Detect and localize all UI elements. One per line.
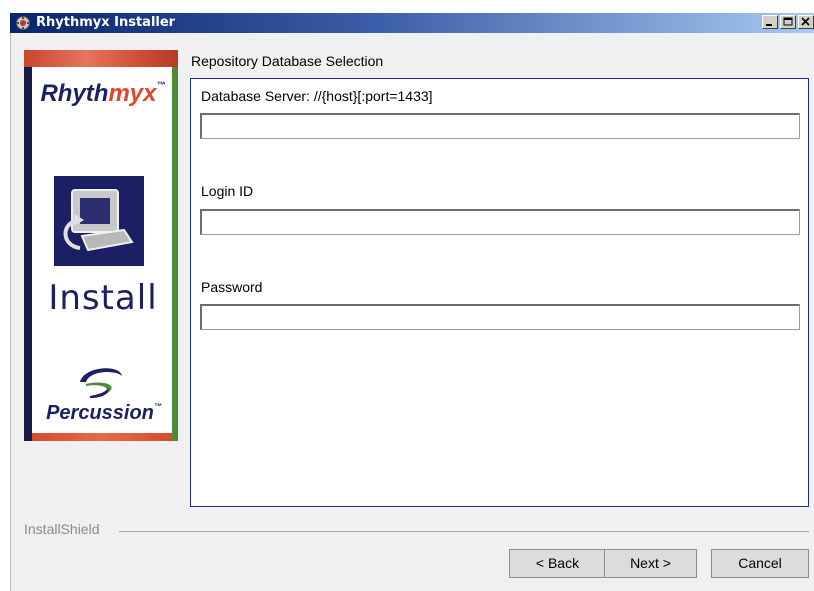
computer-install-icon <box>54 176 144 266</box>
installer-app-icon <box>16 16 30 30</box>
minimize-button[interactable] <box>762 15 778 29</box>
brand-prefix: Rhyth <box>40 80 109 107</box>
vendor-trademark: ™ <box>153 402 162 411</box>
login-id-input[interactable] <box>200 209 800 235</box>
cancel-button[interactable]: Cancel <box>711 549 809 578</box>
installshield-label: InstallShield <box>24 521 100 537</box>
database-server-label: Database Server: //{host}[:port=1433] <box>201 88 433 104</box>
close-button[interactable] <box>798 15 814 29</box>
banner-left-stripe <box>24 67 32 441</box>
window-titlebar[interactable]: Rhythmyx Installer <box>10 13 814 33</box>
panel-title: Repository Database Selection <box>191 53 384 69</box>
installer-banner: Rhythmyx™ Install Percussion™ <box>24 50 178 441</box>
login-id-label: Login ID <box>201 183 254 199</box>
window-title: Rhythmyx Installer <box>36 15 176 30</box>
vendor-name: Percussion <box>46 402 154 424</box>
database-server-input[interactable] <box>200 113 800 139</box>
maximize-button[interactable] <box>780 15 796 29</box>
banner-bottom-stripe <box>32 433 172 441</box>
password-input[interactable] <box>200 304 800 330</box>
percussion-logo-text: Percussion™ <box>34 402 174 425</box>
percussion-swoosh-icon <box>80 368 122 398</box>
brand-suffix: myx <box>108 80 157 107</box>
banner-top-stripe <box>24 50 178 67</box>
next-button[interactable]: Next > <box>604 549 697 578</box>
banner-right-stripe <box>172 67 178 441</box>
database-settings-panel: Database Server: //{host}[:port=1433] Lo… <box>190 78 809 507</box>
minimize-icon <box>766 24 772 26</box>
password-label: Password <box>201 279 263 295</box>
back-button[interactable]: < Back <box>509 549 606 578</box>
maximize-icon <box>783 17 793 26</box>
rhythmyx-logo: Rhythmyx™ <box>34 80 172 108</box>
footer-divider <box>119 531 809 532</box>
install-label: Install <box>48 278 158 318</box>
close-icon <box>801 17 810 26</box>
brand-trademark: ™ <box>156 80 166 90</box>
